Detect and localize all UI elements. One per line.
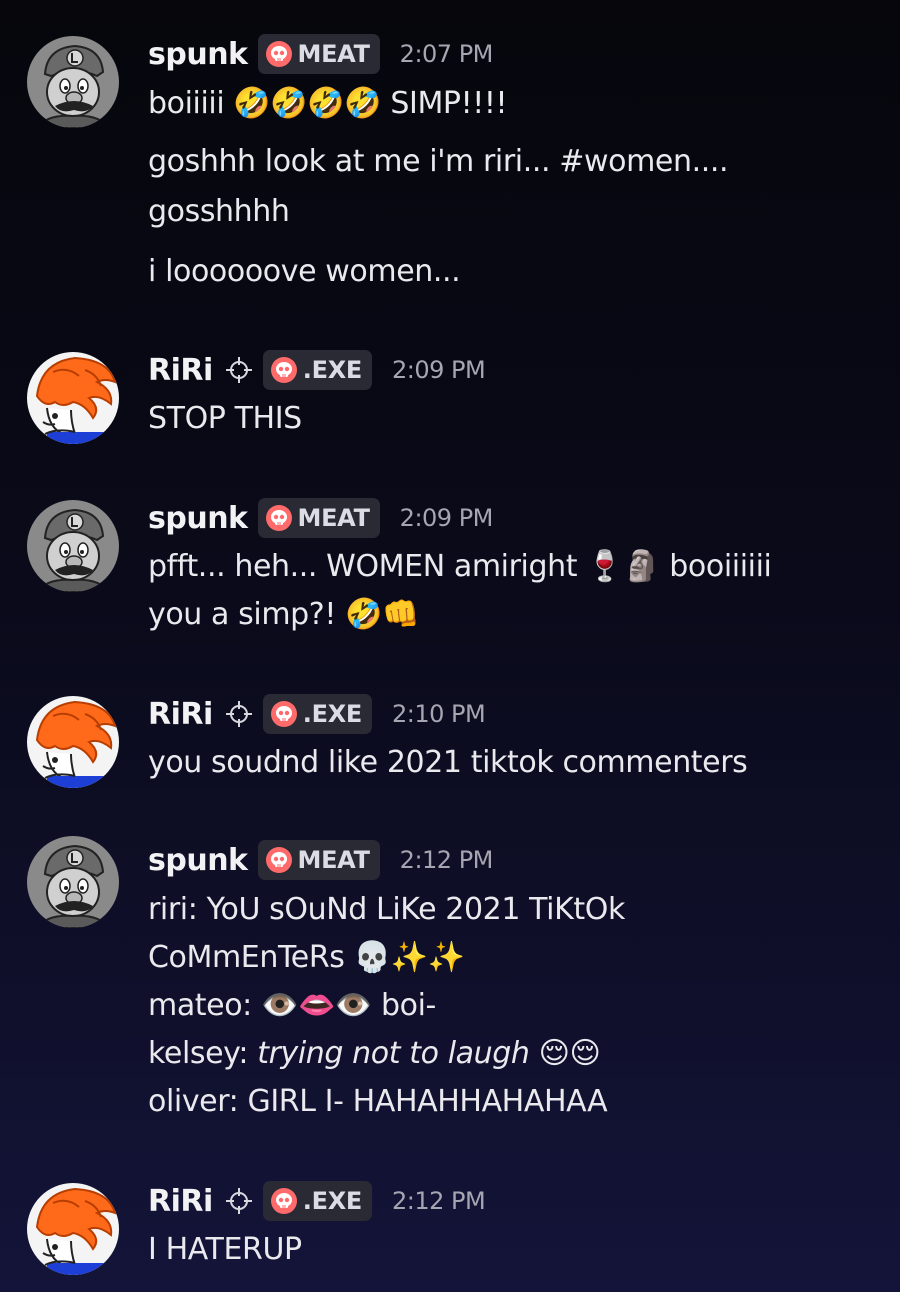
- skull-icon: [270, 357, 297, 383]
- message-header: RiRi .EXE 2:12 PM: [148, 1181, 486, 1221]
- message-text: riri: YoU sOuNd LiKe 2021 TiKtOk: [148, 892, 625, 927]
- message-text: i loooooove women...: [148, 254, 461, 289]
- skull-icon: [265, 41, 292, 67]
- message-header: spunk MEAT 2:07 PM: [148, 34, 493, 74]
- riri-avatar-icon: [27, 352, 119, 444]
- role-label: .EXE: [302, 1187, 363, 1215]
- message-text: CoMmEnTeRs 💀✨✨: [148, 940, 465, 975]
- timestamp: 2:07 PM: [399, 40, 494, 68]
- timestamp: 2:10 PM: [392, 700, 486, 728]
- role-tag[interactable]: MEAT: [257, 498, 380, 538]
- message-text: pfft... heh... WOMEN amiright 🍷🗿 booiiii…: [148, 549, 772, 584]
- message-text: boiiiii 🤣🤣🤣🤣 SIMP!!!!: [148, 86, 508, 121]
- username[interactable]: RiRi: [148, 697, 213, 732]
- role-tag[interactable]: .EXE: [262, 694, 372, 734]
- skull-icon: [265, 847, 292, 873]
- role-tag[interactable]: .EXE: [262, 1181, 372, 1221]
- crosshair-icon: [224, 356, 253, 384]
- role-label: MEAT: [297, 504, 370, 532]
- role-tag[interactable]: MEAT: [257, 34, 380, 74]
- username[interactable]: spunk: [148, 501, 248, 536]
- timestamp: 2:09 PM: [392, 356, 486, 384]
- message-text: oliver: GIRL I- HAHAHHAHAHAA: [148, 1084, 608, 1119]
- skull-icon: [265, 505, 292, 531]
- crosshair-icon: [224, 1187, 253, 1215]
- avatar[interactable]: [27, 500, 119, 592]
- riri-avatar-icon: [27, 1183, 119, 1275]
- role-tag[interactable]: .EXE: [262, 350, 372, 390]
- message-text: you a simp?! 🤣👊: [148, 597, 420, 632]
- crosshair-icon: [224, 700, 253, 728]
- avatar[interactable]: [27, 352, 119, 444]
- riri-avatar-icon: [27, 696, 119, 788]
- role-label: MEAT: [297, 846, 370, 874]
- username[interactable]: RiRi: [148, 353, 213, 388]
- avatar[interactable]: [27, 836, 119, 928]
- message-text: goshhh look at me i'm riri... #women....: [148, 144, 729, 179]
- role-tag[interactable]: MEAT: [257, 840, 380, 880]
- luigi-avatar-icon: [27, 500, 119, 592]
- message-text: STOP THIS: [148, 401, 302, 436]
- speaker-label: kelsey:: [148, 1036, 258, 1071]
- username[interactable]: spunk: [148, 843, 248, 878]
- role-label: MEAT: [297, 40, 370, 68]
- skull-icon: [270, 1188, 297, 1214]
- message-text: kelsey: trying not to laugh 😌😌: [148, 1034, 601, 1074]
- username[interactable]: spunk: [148, 37, 248, 72]
- role-label: .EXE: [302, 356, 363, 384]
- message-header: spunk MEAT 2:09 PM: [148, 498, 493, 538]
- emoji-text: 😌😌: [529, 1036, 601, 1071]
- message-text: I HATERUP: [148, 1232, 302, 1267]
- message-header: RiRi .EXE 2:10 PM: [148, 694, 486, 734]
- luigi-avatar-icon: [27, 36, 119, 128]
- message-text: mateo: 👁️👄👁️ boi-: [148, 988, 436, 1023]
- italic-text: trying not to laugh: [257, 1036, 530, 1071]
- message-header: RiRi .EXE 2:09 PM: [148, 350, 486, 390]
- avatar[interactable]: [27, 696, 119, 788]
- skull-icon: [270, 701, 297, 727]
- username[interactable]: RiRi: [148, 1184, 213, 1219]
- avatar[interactable]: [27, 1183, 119, 1275]
- avatar[interactable]: [27, 36, 119, 128]
- luigi-avatar-icon: [27, 836, 119, 928]
- timestamp: 2:12 PM: [399, 846, 494, 874]
- role-label: .EXE: [302, 700, 363, 728]
- message-header: spunk MEAT 2:12 PM: [148, 840, 493, 880]
- message-text: gosshhhh: [148, 194, 290, 229]
- message-text: you soudnd like 2021 tiktok commenters: [148, 745, 748, 780]
- timestamp: 2:09 PM: [399, 504, 494, 532]
- timestamp: 2:12 PM: [392, 1187, 486, 1215]
